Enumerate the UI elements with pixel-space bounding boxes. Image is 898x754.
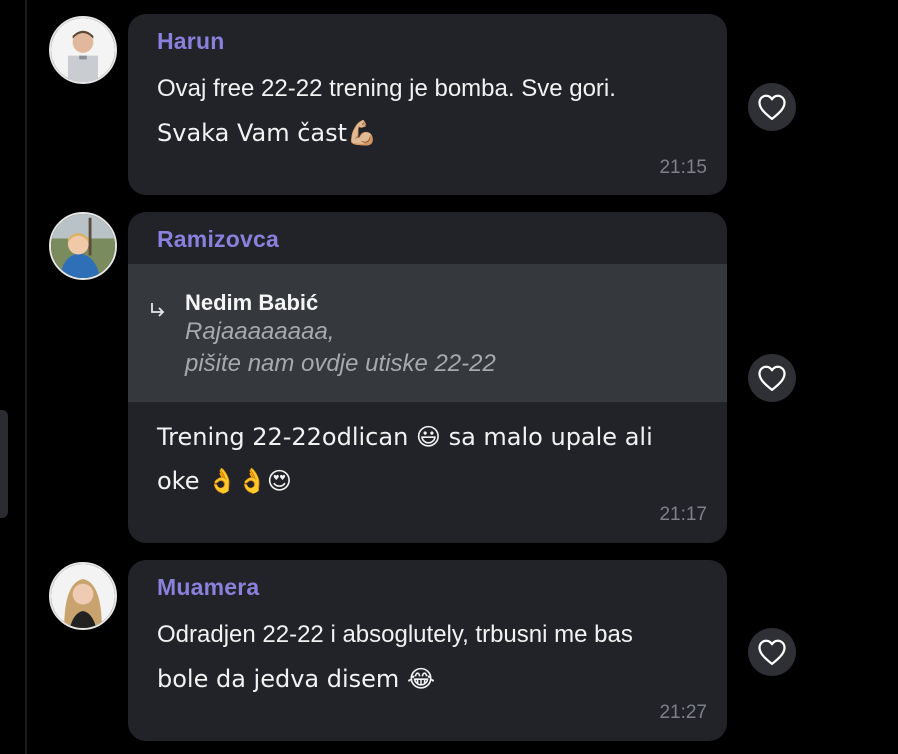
like-button[interactable] bbox=[748, 83, 796, 131]
like-button[interactable] bbox=[748, 354, 796, 402]
heart-outline-icon bbox=[758, 639, 786, 665]
message-text-line: Ovaj free 22-22 trening je bomba. Sve go… bbox=[157, 75, 616, 102]
message-text-line: Svaka Vam čast💪🏼 bbox=[157, 119, 377, 147]
reply-text-line: pišite nam ovdje utiske 22-22 bbox=[185, 350, 496, 377]
message-bubble: Muamera Odradjen 22-22 i absoglutely, tr… bbox=[128, 560, 727, 741]
heart-outline-icon bbox=[758, 365, 786, 391]
message-time: 21:15 bbox=[659, 157, 707, 178]
reply-quote[interactable]: Nedim Babić Rajaaaaaaaa, pišite nam ovdj… bbox=[128, 264, 727, 402]
message-text-line: Trening 22-22odlican 😃 sa malo upale ali bbox=[157, 423, 653, 451]
like-button[interactable] bbox=[748, 628, 796, 676]
message-bubble: Harun Ovaj free 22-22 trening je bomba. … bbox=[128, 14, 727, 195]
message-text-line: oke 👌👌😍 bbox=[157, 467, 292, 495]
sidebar-divider bbox=[25, 0, 27, 754]
message-author[interactable]: Muamera bbox=[157, 574, 259, 601]
avatar[interactable] bbox=[49, 16, 117, 84]
avatar[interactable] bbox=[49, 212, 117, 280]
avatar[interactable] bbox=[49, 562, 117, 630]
reply-text-line: Rajaaaaaaaa, bbox=[185, 318, 335, 345]
message-text-line: Odradjen 22-22 i absoglutely, trbusni me… bbox=[157, 621, 633, 648]
message-author[interactable]: Ramizovca bbox=[157, 226, 279, 253]
reply-arrow-icon bbox=[148, 300, 168, 326]
reply-author: Nedim Babić bbox=[185, 290, 319, 315]
message-bubble: Ramizovca Nedim Babić Rajaaaaaaaa, pišit… bbox=[128, 212, 727, 543]
heart-outline-icon bbox=[758, 94, 786, 120]
message-time: 21:27 bbox=[659, 702, 707, 723]
sidebar-resize-handle[interactable] bbox=[0, 410, 8, 518]
chat-page: Harun Ovaj free 22-22 trening je bomba. … bbox=[0, 0, 898, 754]
message-author[interactable]: Harun bbox=[157, 28, 224, 55]
message-time: 21:17 bbox=[659, 504, 707, 525]
message-text-line: bole da jedva disem 😂 bbox=[157, 665, 435, 693]
